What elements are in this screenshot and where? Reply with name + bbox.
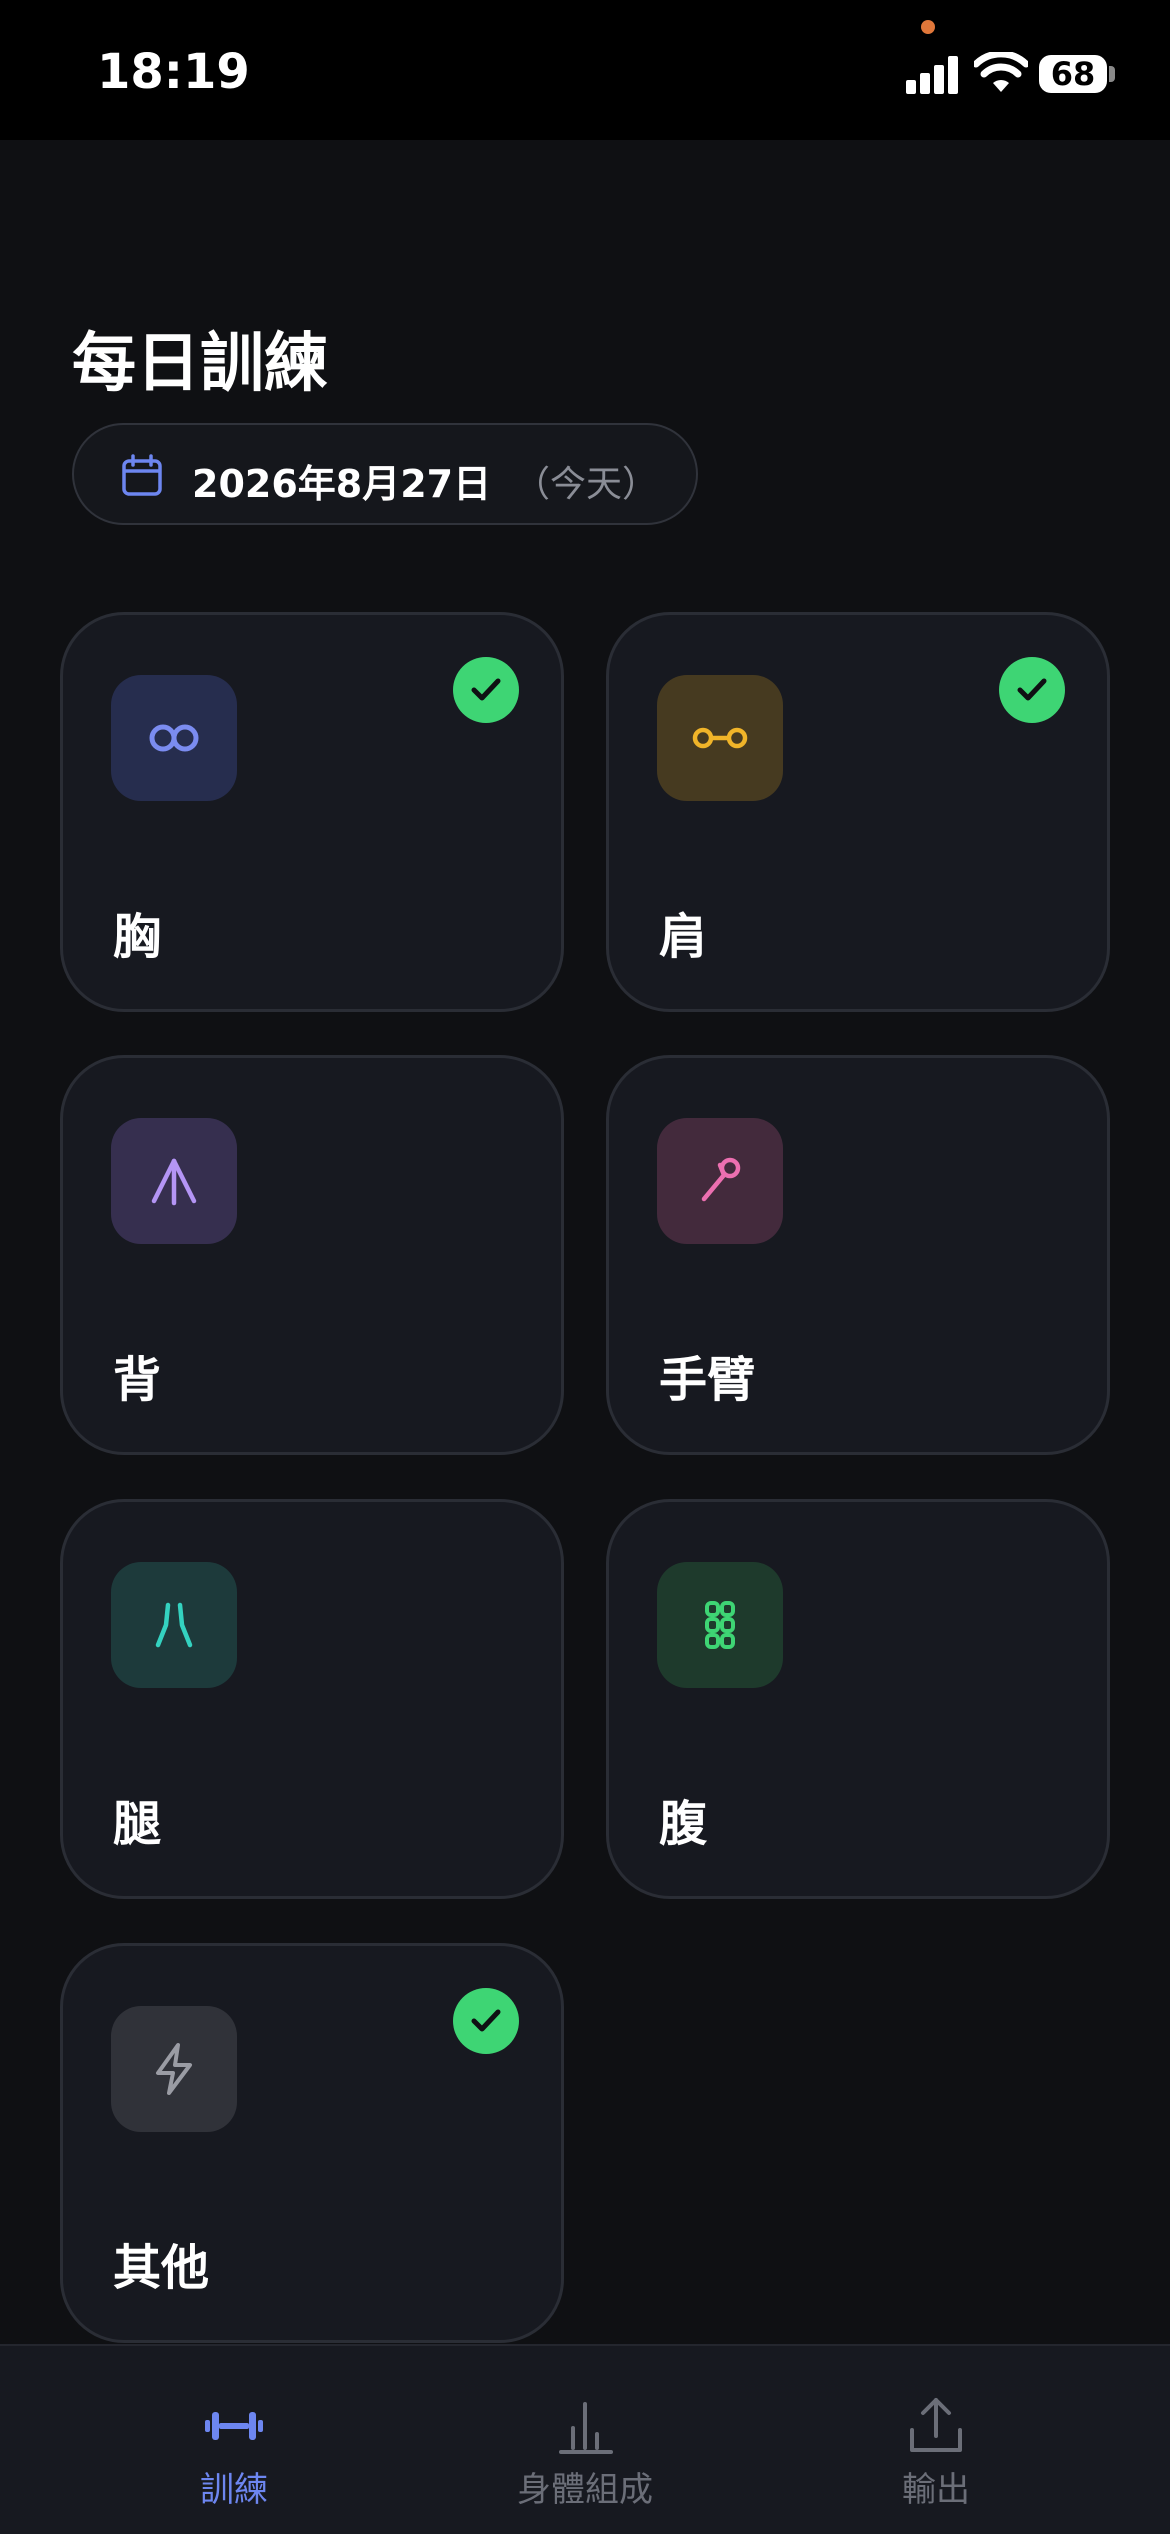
back-icon <box>151 1158 197 1206</box>
tab-export[interactable]: 輸出 <box>786 2346 1086 2534</box>
category-label: 胸 <box>113 909 162 965</box>
bar-chart-icon <box>559 2402 613 2454</box>
other-icon-box <box>111 2006 237 2132</box>
chest-icon-box <box>111 675 237 801</box>
tab-label: 訓練 <box>200 2470 268 2510</box>
category-label: 背 <box>113 1352 162 1408</box>
back-icon-box <box>111 1118 237 1244</box>
category-card-chest[interactable]: 胸 <box>60 612 564 1012</box>
date-picker-button[interactable]: 2026年8月27日 （今天） <box>72 423 698 525</box>
battery-cap <box>1109 66 1115 82</box>
dumbbell-icon <box>205 2412 263 2440</box>
shoulder-icon <box>692 727 748 749</box>
category-label: 肩 <box>659 909 708 965</box>
arm-icon <box>701 1157 741 1202</box>
category-card-arm[interactable]: 手臂 <box>606 1055 1110 1455</box>
completed-check-icon <box>453 1988 519 2054</box>
date-label: 2026年8月27日 <box>192 462 492 506</box>
status-time: 18:19 <box>97 44 250 100</box>
category-label: 腹 <box>659 1796 708 1852</box>
tab-label: 身體組成 <box>517 2470 653 2510</box>
calendar-icon <box>122 454 162 496</box>
category-label: 腿 <box>113 1796 162 1852</box>
tab-training[interactable]: 訓練 <box>84 2346 384 2534</box>
share-icon <box>910 2398 962 2452</box>
category-card-shoulder[interactable]: 肩 <box>606 612 1110 1012</box>
chest-icon <box>149 724 199 752</box>
category-label: 手臂 <box>659 1352 756 1408</box>
status-bar: 18:19 68 <box>0 0 1170 140</box>
category-card-abs[interactable]: 腹 <box>606 1499 1110 1899</box>
battery-level: 68 <box>1050 55 1096 93</box>
category-card-legs[interactable]: 腿 <box>60 1499 564 1899</box>
tab-body-composition[interactable]: 身體組成 <box>435 2346 735 2534</box>
completed-check-icon <box>999 657 1065 723</box>
legs-icon <box>155 1602 193 1648</box>
lightning-icon <box>156 2043 192 2095</box>
completed-check-icon <box>453 657 519 723</box>
page-title: 每日訓練 <box>72 327 328 401</box>
category-card-back[interactable]: 背 <box>60 1055 564 1455</box>
arm-icon-box <box>657 1118 783 1244</box>
shoulder-icon-box <box>657 675 783 801</box>
date-today-label: （今天） <box>514 464 659 505</box>
category-label: 其他 <box>113 2240 210 2296</box>
battery-icon: 68 <box>1039 55 1107 93</box>
abs-icon-box <box>657 1562 783 1688</box>
wifi-icon <box>974 52 1028 92</box>
tab-bar: 訓練 身體組成 輸出 <box>0 2344 1170 2534</box>
cellular-signal-icon <box>906 56 960 94</box>
tab-label: 輸出 <box>902 2470 970 2510</box>
legs-icon-box <box>111 1562 237 1688</box>
camera-indicator-dot <box>921 20 935 34</box>
abs-icon <box>705 1601 735 1649</box>
category-card-other[interactable]: 其他 <box>60 1943 564 2343</box>
